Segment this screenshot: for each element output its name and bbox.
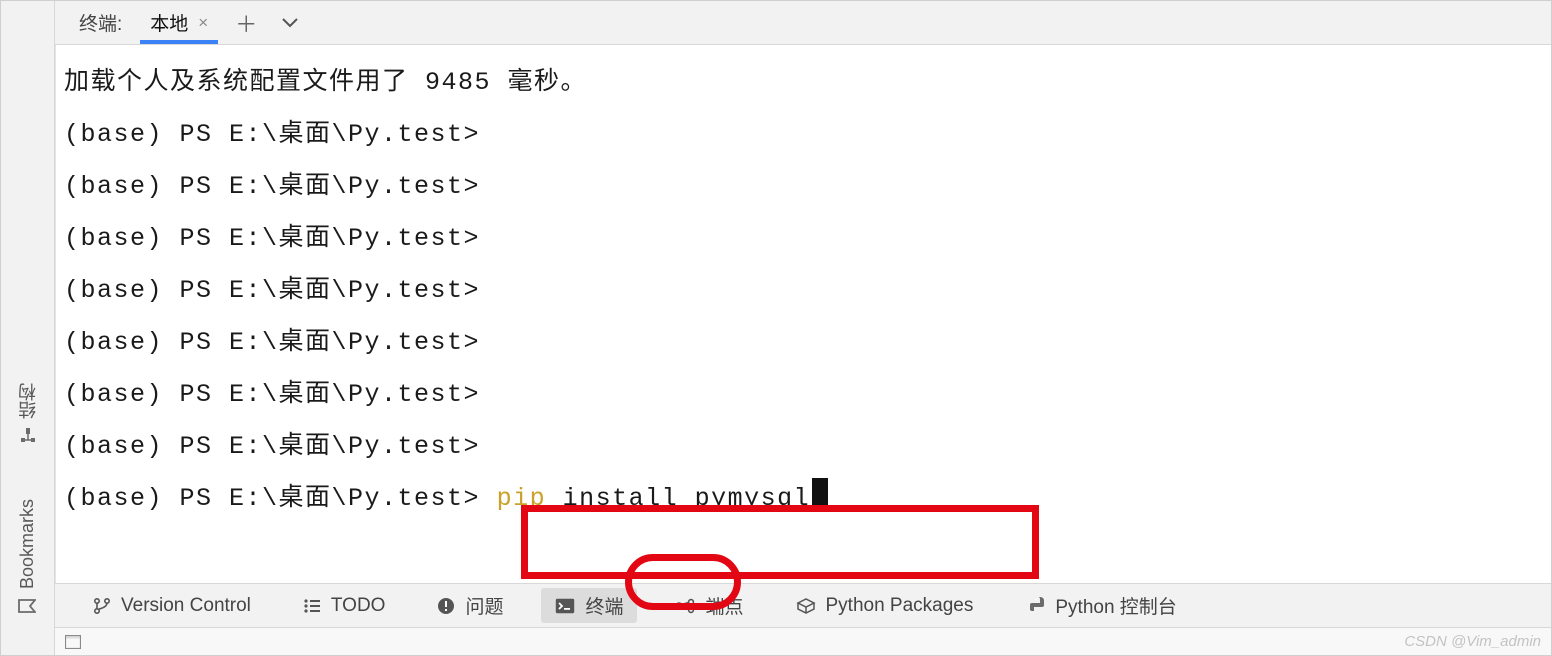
tool-pyconsole-label: Python 控制台 bbox=[1055, 592, 1176, 619]
tool-python-console[interactable]: Python 控制台 bbox=[1011, 588, 1190, 623]
terminal-cursor bbox=[812, 478, 828, 510]
status-window-icon[interactable] bbox=[65, 635, 81, 649]
tool-todo-label: TODO bbox=[331, 595, 386, 617]
endpoints-icon bbox=[675, 598, 695, 614]
branch-icon bbox=[93, 597, 111, 615]
terminal-cmd-pip: pip bbox=[497, 484, 547, 513]
tool-problems-label: 问题 bbox=[465, 592, 503, 619]
tool-python-packages[interactable]: Python Packages bbox=[782, 591, 988, 621]
terminal-cmd-args: install pymysql bbox=[546, 484, 810, 513]
side-tab-bookmarks[interactable]: Bookmarks bbox=[17, 499, 38, 615]
terminal-line-prompt: (base) PS E:\桌面\Py.test> bbox=[64, 369, 1543, 421]
left-tool-gutter: 结构 Bookmarks bbox=[1, 1, 55, 655]
chevron-down-icon bbox=[282, 18, 298, 28]
terminal-line-prompt: (base) PS E:\桌面\Py.test> bbox=[64, 317, 1543, 369]
new-terminal-button[interactable]: ＋ bbox=[224, 1, 268, 44]
terminal-tab-label: 本地 bbox=[150, 9, 188, 36]
terminal-line-prompt: (base) PS E:\桌面\Py.test> bbox=[64, 265, 1543, 317]
tool-endpoints[interactable]: 端点 bbox=[661, 588, 757, 623]
panel-title: 终端: bbox=[67, 1, 134, 44]
status-bar: CSDN @Vim_admin bbox=[55, 627, 1551, 655]
warning-icon bbox=[437, 597, 455, 615]
tool-terminal[interactable]: 终端 bbox=[541, 588, 637, 623]
tool-terminal-label: 终端 bbox=[585, 592, 623, 619]
terminal-tab-local[interactable]: 本地 × bbox=[134, 1, 224, 44]
tool-endpoints-label: 端点 bbox=[705, 592, 743, 619]
structure-icon bbox=[20, 427, 36, 443]
terminal-dropdown-button[interactable] bbox=[268, 1, 312, 44]
packages-icon bbox=[796, 597, 816, 615]
terminal-line-command: (base) PS E:\桌面\Py.test> pip install pym… bbox=[64, 473, 1543, 525]
bottom-toolbar: Version Control TODO 问题 终端 bbox=[55, 583, 1551, 627]
python-icon bbox=[1025, 596, 1045, 616]
terminal-output[interactable]: 加载个人及系统配置文件用了 9485 毫秒。 (base) PS E:\桌面\P… bbox=[55, 45, 1551, 583]
side-tab-bookmarks-label: Bookmarks bbox=[17, 499, 38, 589]
app-root: 结构 Bookmarks 终端: 本地 × ＋ 加载个人及系统配置文件用了 94… bbox=[0, 0, 1552, 656]
close-icon[interactable]: × bbox=[198, 13, 208, 33]
side-tab-structure[interactable]: 结构 bbox=[15, 383, 41, 443]
terminal-line-loadmsg: 加载个人及系统配置文件用了 9485 毫秒。 bbox=[64, 57, 1543, 109]
tool-todo[interactable]: TODO bbox=[289, 591, 400, 621]
terminal-tabbar: 终端: 本地 × ＋ bbox=[55, 1, 1551, 45]
tool-problems[interactable]: 问题 bbox=[423, 588, 517, 623]
main-area: 终端: 本地 × ＋ 加载个人及系统配置文件用了 9485 毫秒。 (base)… bbox=[55, 1, 1551, 655]
list-icon bbox=[303, 599, 321, 613]
watermark-text: CSDN @Vim_admin bbox=[1404, 633, 1541, 650]
bookmark-icon bbox=[19, 599, 37, 613]
tool-vcs-label: Version Control bbox=[121, 595, 251, 617]
terminal-icon bbox=[555, 598, 575, 614]
terminal-line-prompt: (base) PS E:\桌面\Py.test> bbox=[64, 161, 1543, 213]
tool-pypkg-label: Python Packages bbox=[826, 595, 974, 617]
terminal-line-prompt: (base) PS E:\桌面\Py.test> bbox=[64, 421, 1543, 473]
tool-version-control[interactable]: Version Control bbox=[79, 591, 265, 621]
terminal-line-prompt: (base) PS E:\桌面\Py.test> bbox=[64, 109, 1543, 161]
side-tab-structure-label: 结构 bbox=[15, 383, 41, 419]
terminal-line-prompt: (base) PS E:\桌面\Py.test> bbox=[64, 213, 1543, 265]
